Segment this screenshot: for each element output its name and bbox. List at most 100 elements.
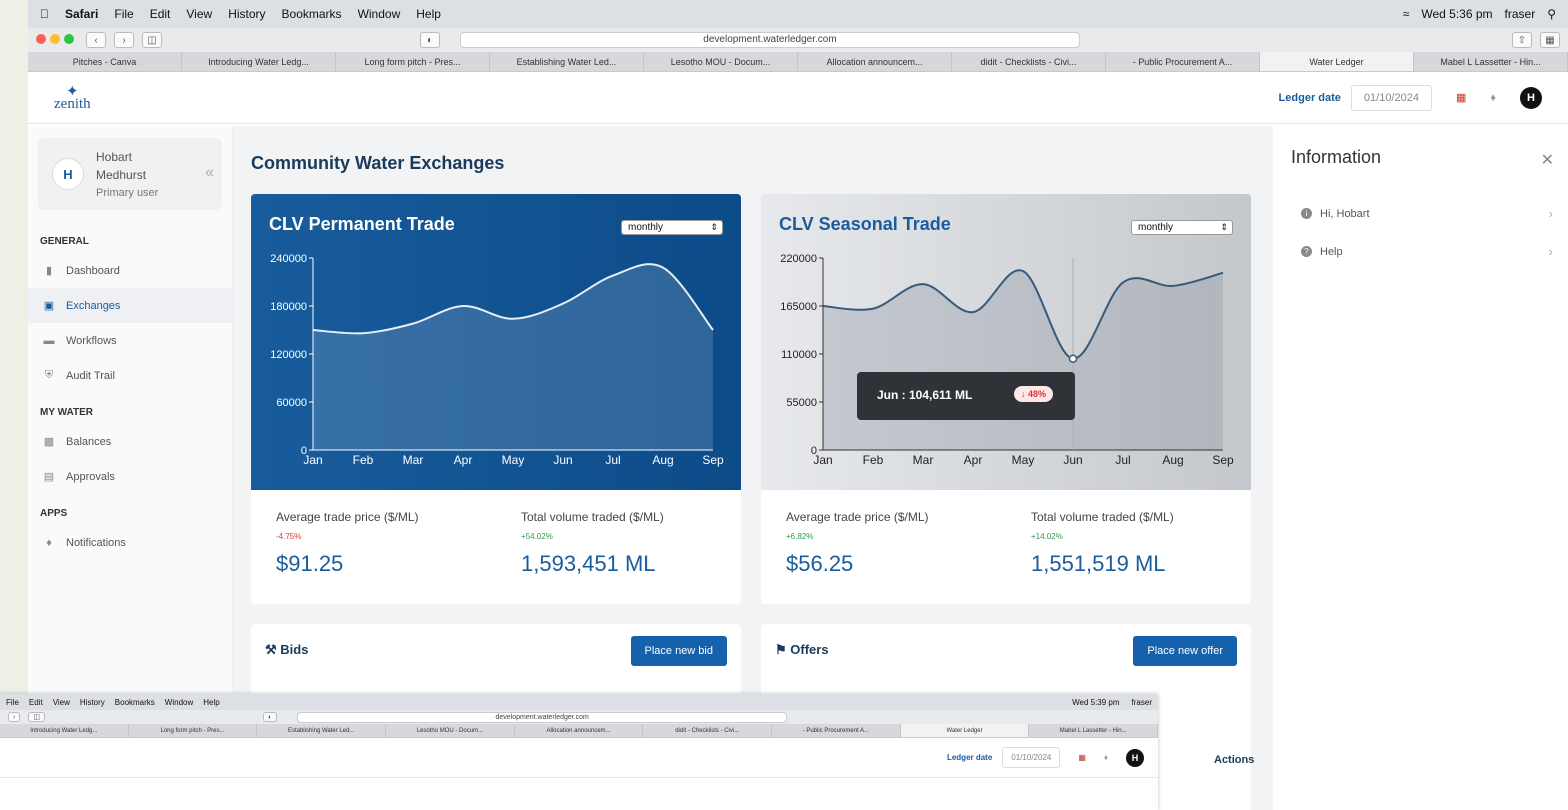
tab-long-form[interactable]: Long form pitch - Pres... bbox=[336, 52, 490, 71]
overlay-screenshot: File Edit View History Bookmarks Window Help W… bbox=[0, 694, 1158, 810]
menu-edit[interactable]: Edit bbox=[150, 7, 171, 21]
tab-establishing[interactable]: Establishing Water Led... bbox=[490, 52, 644, 71]
sidebar-item-exchanges[interactable]: ▣ Exchanges bbox=[28, 288, 232, 323]
seasonal-period-select[interactable]: monthly ⇕ bbox=[1131, 220, 1233, 235]
permanent-chart: 0 60000 120000 180000 240000 Jan Feb Mar Apr May J… bbox=[251, 194, 741, 490]
sidebar-item-workflows[interactable]: ▬ Workflows bbox=[28, 323, 232, 358]
menu-window[interactable]: Window bbox=[358, 7, 401, 21]
x-tick-label: Mar bbox=[403, 453, 424, 467]
bag-icon: ▣ bbox=[43, 300, 55, 312]
tab-mabel[interactable]: Mabel L Lassetter - Hin... bbox=[1414, 52, 1568, 71]
bids-title: ⚒ Bids bbox=[265, 642, 309, 657]
browser-window:  Safari File Edit View History Bookmark… bbox=[28, 0, 1568, 810]
chart-point bbox=[412, 323, 414, 325]
zenith-logo[interactable]: ✦ zenith bbox=[54, 84, 91, 111]
menu-view[interactable]: View bbox=[186, 7, 212, 21]
overlay-ledger: Ledger date 01/10/2024 ▦ ♦ H bbox=[947, 747, 1144, 768]
bell-icon: ♦ bbox=[46, 536, 52, 549]
privacy-icon[interactable]: ◐ bbox=[420, 32, 440, 48]
x-tick-label: Jun bbox=[553, 453, 572, 467]
actions-column-header: Actions bbox=[1214, 754, 1255, 766]
permanent-period-select[interactable]: monthly ⇕ bbox=[621, 220, 723, 235]
sidebar-item-dashboard[interactable]: ▮ Dashboard bbox=[28, 253, 232, 288]
overlay-app-header: Ledger date 01/10/2024 ▦ ♦ H bbox=[0, 738, 1158, 778]
x-tick-label: Feb bbox=[863, 453, 884, 467]
collapse-sidebar-icon[interactable]: « bbox=[205, 164, 214, 182]
menubar-user[interactable]: fraser bbox=[1505, 7, 1536, 21]
seasonal-total-volume: Total volume traded ($/ML) +14.02% 1,551… bbox=[1031, 510, 1174, 576]
sidebar-toggle-button[interactable]: ◫ bbox=[142, 32, 162, 48]
sidebar-item-balances[interactable]: ▩ Balances bbox=[28, 424, 232, 459]
tab-pitches[interactable]: Pitches - Canva bbox=[28, 52, 182, 71]
clock[interactable]: Wed 5:36 pm bbox=[1421, 7, 1492, 21]
x-tick-label: Jun bbox=[1063, 453, 1082, 467]
info-item-help[interactable]: ? Help › bbox=[1301, 244, 1553, 259]
tab-allocation[interactable]: Allocation announcem... bbox=[798, 52, 952, 71]
info-icon: i bbox=[1301, 208, 1312, 219]
ledger-date-input[interactable]: 01/10/2024 bbox=[1350, 84, 1432, 111]
place-new-offer-button[interactable]: Place new offer bbox=[1133, 636, 1237, 666]
minimize-window-button[interactable] bbox=[50, 34, 60, 44]
y-tick-label: 165000 bbox=[780, 301, 817, 313]
overlay-toolbar: › ◫ ◐ development.waterledger.com bbox=[0, 710, 1158, 724]
bell-icon[interactable]: ♦ bbox=[1490, 92, 1496, 104]
user-last-name: Medhurst bbox=[96, 168, 147, 182]
close-window-button[interactable] bbox=[36, 34, 46, 44]
information-panel: Information ✕ i Hi, Hobart › ? Help › bbox=[1273, 126, 1568, 810]
stack-icon: ▬ bbox=[43, 334, 55, 347]
tab-didit[interactable]: didit - Checklists - Civi... bbox=[952, 52, 1106, 71]
menu-file[interactable]: File bbox=[114, 7, 133, 21]
window-controls bbox=[36, 31, 78, 49]
chart-point bbox=[972, 311, 974, 313]
highlight-point bbox=[1068, 354, 1078, 363]
chart-point bbox=[362, 332, 364, 334]
x-tick-label: Aug bbox=[652, 453, 673, 467]
menu-bookmarks[interactable]: Bookmarks bbox=[282, 7, 342, 21]
chevron-right-icon: › bbox=[1548, 206, 1553, 221]
address-bar[interactable]: development.waterledger.com bbox=[460, 32, 1080, 48]
forward-button[interactable]: › bbox=[114, 32, 134, 48]
x-tick-label: Feb bbox=[353, 453, 374, 467]
sidebar-item-approvals[interactable]: ▤ Approvals bbox=[28, 459, 232, 494]
menu-history[interactable]: History bbox=[228, 7, 265, 21]
sidebar-item-audit-trail[interactable]: ⛨ Audit Trail bbox=[28, 358, 232, 393]
permanent-total-volume: Total volume traded ($/ML) +54.02% 1,593… bbox=[521, 510, 664, 576]
zoom-window-button[interactable] bbox=[64, 34, 74, 44]
search-icon[interactable]: ⚲ bbox=[1547, 7, 1556, 21]
tab-lesotho[interactable]: Lesotho MOU - Docum... bbox=[644, 52, 798, 71]
place-new-bid-button[interactable]: Place new bid bbox=[630, 636, 727, 666]
x-tick-label: Mar bbox=[913, 453, 934, 467]
y-tick-label: 120000 bbox=[270, 349, 307, 361]
x-tick-label: Aug bbox=[1162, 453, 1183, 467]
menu-help[interactable]: Help bbox=[416, 7, 441, 21]
user-avatar[interactable]: H bbox=[1520, 86, 1542, 109]
chart-point bbox=[462, 305, 464, 307]
chart-area-fill bbox=[313, 264, 713, 450]
y-tick-label: 180000 bbox=[270, 301, 307, 313]
sidebar-item-notifications[interactable]: ♦ Notifications bbox=[28, 525, 232, 560]
tab-bar: Pitches - Canva Introducing Water Ledg..… bbox=[28, 52, 1568, 72]
info-item-greeting[interactable]: i Hi, Hobart › bbox=[1301, 206, 1553, 221]
ledger-date-control: Ledger date 01/10/2024 ▦ ♦ H bbox=[1279, 84, 1542, 111]
app-header: ✦ zenith Ledger date 01/10/2024 ▦ ♦ H bbox=[28, 72, 1568, 124]
overlay-forward-button: › bbox=[8, 712, 21, 722]
share-button[interactable]: ⇧ bbox=[1512, 32, 1532, 48]
select-arrows-icon: ⇕ bbox=[710, 222, 718, 232]
wifi-icon[interactable]: ≈ bbox=[1403, 7, 1410, 21]
tabs-overview-button[interactable]: ▦ bbox=[1540, 32, 1560, 48]
tab-water-ledger[interactable]: Water Ledger bbox=[1260, 52, 1414, 71]
tab-procurement[interactable]: - Public Procurement A... bbox=[1106, 52, 1260, 71]
close-icon[interactable]: ✕ bbox=[1541, 150, 1554, 170]
tab-introducing[interactable]: Introducing Water Ledg... bbox=[182, 52, 336, 71]
x-tick-label: Sep bbox=[702, 453, 724, 467]
overlay-address-bar: development.waterledger.com bbox=[297, 711, 788, 723]
user-role: Primary user bbox=[96, 187, 159, 199]
back-button[interactable]: ‹ bbox=[86, 32, 106, 48]
uk-flag-icon[interactable]: ▦ bbox=[1456, 91, 1466, 104]
overlay-sidebar-button: ◫ bbox=[28, 712, 45, 722]
overlay-privacy-icon: ◐ bbox=[262, 712, 278, 722]
apple-menu-icon[interactable]:  bbox=[40, 7, 49, 21]
information-title: Information bbox=[1291, 147, 1382, 167]
chart-point bbox=[1172, 285, 1174, 287]
menu-app[interactable]: Safari bbox=[65, 7, 98, 21]
